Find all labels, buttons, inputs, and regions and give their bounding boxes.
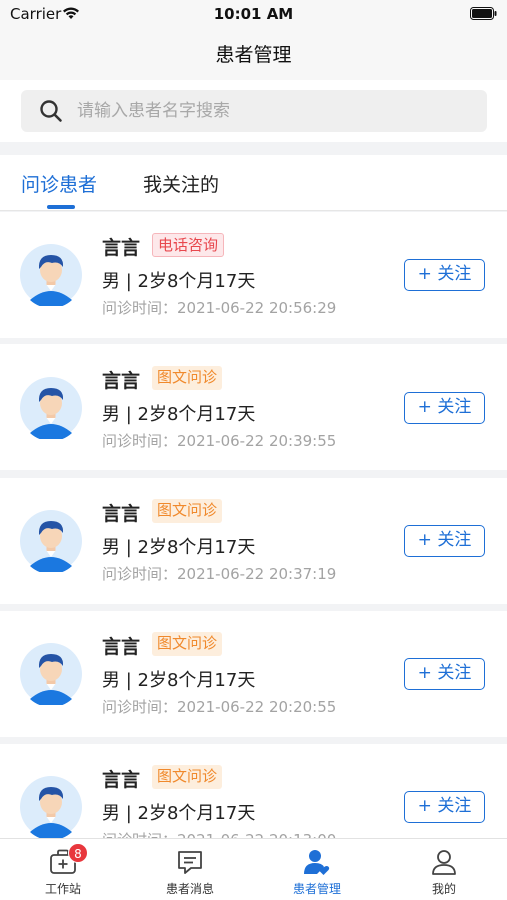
patient-info: 男 | 2岁8个月17天 bbox=[102, 803, 256, 824]
tab-workstation[interactable]: 8 工作站 bbox=[0, 839, 126, 900]
patient-card[interactable]: 言言 图文问诊 男 | 2岁8个月17天 问诊时间：2021-06-22 20:… bbox=[0, 478, 507, 604]
consult-type-badge: 电话咨询 bbox=[152, 233, 225, 257]
status-time: 10:01 AM bbox=[213, 5, 294, 23]
follow-button[interactable]: + 关注 bbox=[404, 658, 485, 690]
tab-consult-patients[interactable]: 问诊患者 bbox=[21, 170, 97, 197]
patient-avatar-icon bbox=[20, 244, 82, 306]
tab-profile[interactable]: 我的 bbox=[381, 839, 507, 900]
page-title: 患者管理 bbox=[215, 44, 292, 66]
tab-label: 我的 bbox=[431, 882, 456, 896]
tab-label: 患者管理 bbox=[292, 882, 341, 896]
consult-type-badge: 图文问诊 bbox=[152, 366, 223, 390]
bottom-tab-bar: 8 工作站 患者消息 患者管理 我的 bbox=[0, 838, 507, 900]
patient-info: 男 | 2岁8个月17天 bbox=[102, 537, 256, 558]
consult-time: 问诊时间：2021-06-22 20:37:19 bbox=[102, 565, 337, 583]
consult-time: 问诊时间：2021-06-22 20:39:55 bbox=[102, 432, 337, 450]
search-box[interactable] bbox=[21, 90, 487, 132]
patient-avatar-icon bbox=[20, 643, 82, 705]
notification-badge: 8 bbox=[68, 843, 88, 863]
patient-management-icon bbox=[304, 850, 330, 875]
consult-time: 问诊时间：2021-06-22 20:56:29 bbox=[102, 299, 337, 317]
status-bar: Carrier 10:01 AM bbox=[0, 0, 507, 30]
search-icon bbox=[40, 100, 62, 122]
patient-card[interactable]: 言言 图文问诊 男 | 2岁8个月17天 问诊时间：2021-06-22 20:… bbox=[0, 611, 507, 737]
patient-info: 男 | 2岁8个月17天 bbox=[102, 404, 256, 425]
patient-name: 言言 bbox=[102, 237, 141, 259]
follow-button[interactable]: + 关注 bbox=[404, 392, 485, 424]
patient-name: 言言 bbox=[102, 769, 141, 791]
consult-time: 问诊时间：2021-06-22 20:20:55 bbox=[102, 698, 337, 716]
message-icon bbox=[178, 851, 202, 874]
search-input[interactable] bbox=[77, 90, 477, 132]
follow-button[interactable]: + 关注 bbox=[404, 525, 485, 557]
tab-patient-messages[interactable]: 患者消息 bbox=[127, 839, 253, 900]
follow-button[interactable]: + 关注 bbox=[404, 259, 485, 291]
patient-card[interactable]: 言言 电话咨询 男 | 2岁8个月17天 问诊时间：2021-06-22 20:… bbox=[0, 212, 507, 338]
search-section bbox=[0, 80, 507, 142]
tab-patient-management[interactable]: 患者管理 bbox=[254, 839, 380, 900]
patient-avatar-icon bbox=[20, 377, 82, 439]
tab-label: 工作站 bbox=[44, 882, 81, 896]
active-tab-indicator bbox=[47, 205, 75, 209]
patient-info: 男 | 2岁8个月17天 bbox=[102, 271, 256, 292]
profile-icon bbox=[432, 850, 456, 875]
tab-label: 患者消息 bbox=[165, 882, 214, 896]
consult-type-badge: 图文问诊 bbox=[152, 499, 223, 523]
consult-type-badge: 图文问诊 bbox=[152, 632, 223, 656]
patient-info: 男 | 2岁8个月17天 bbox=[102, 670, 256, 691]
tab-followed[interactable]: 我关注的 bbox=[143, 170, 219, 197]
patient-tabs: 问诊患者 我关注的 bbox=[0, 155, 507, 211]
patient-card[interactable]: 言言 图文问诊 男 | 2岁8个月17天 问诊时间：2021-06-22 20:… bbox=[0, 344, 507, 470]
battery-icon bbox=[470, 7, 497, 20]
follow-button[interactable]: + 关注 bbox=[404, 791, 485, 823]
patient-name: 言言 bbox=[102, 503, 141, 525]
patient-avatar-icon bbox=[20, 510, 82, 572]
patient-name: 言言 bbox=[102, 370, 141, 392]
consult-type-badge: 图文问诊 bbox=[152, 765, 223, 789]
navigation-bar: 患者管理 bbox=[0, 30, 507, 80]
patient-avatar-icon bbox=[20, 776, 82, 838]
patient-name: 言言 bbox=[102, 636, 141, 658]
